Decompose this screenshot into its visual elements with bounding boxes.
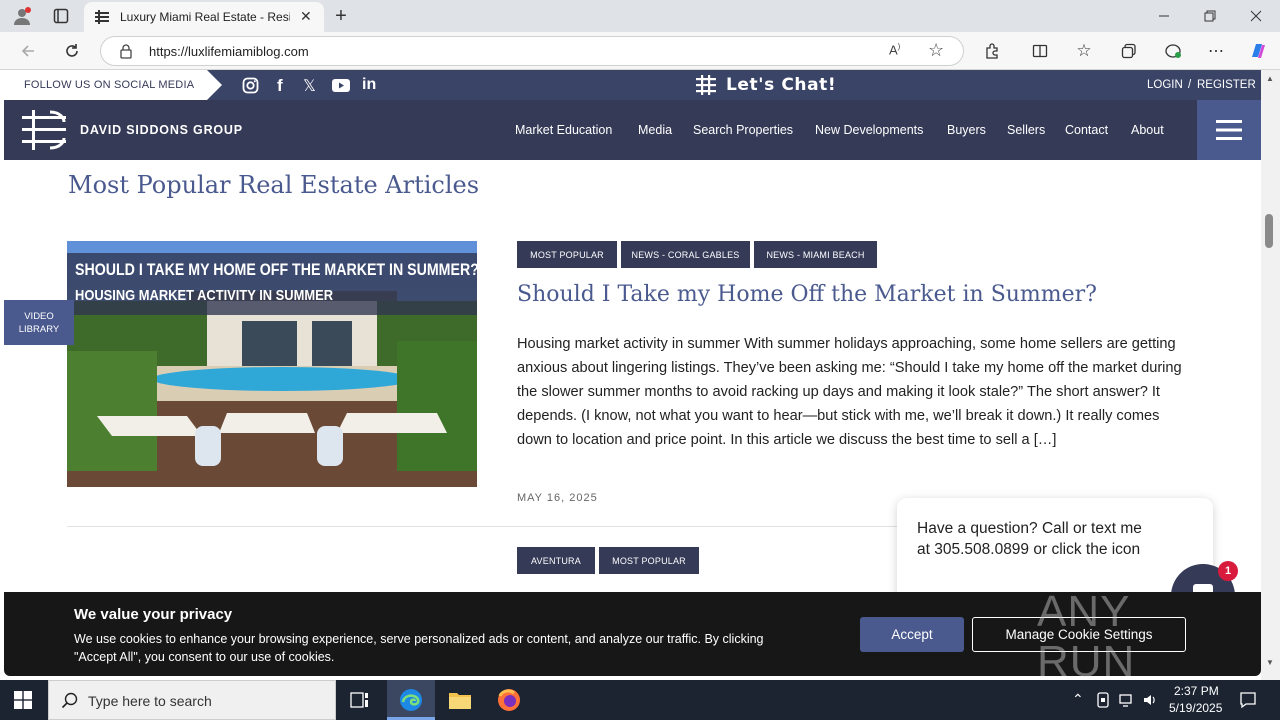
clock-date[interactable]: 5/19/2025 — [1169, 701, 1222, 715]
tab-close-icon[interactable]: ✕ — [300, 8, 312, 25]
volume-icon[interactable] — [1142, 692, 1158, 713]
hamburger-menu-button[interactable] — [1197, 100, 1261, 160]
notifications-icon[interactable] — [1239, 691, 1257, 714]
article-image[interactable]: SHOULD I TAKE MY HOME OFF THE MARKET IN … — [67, 241, 477, 487]
tag-most-popular-2[interactable]: MOST POPULAR — [599, 547, 699, 574]
lets-chat-label: Let's Chat! — [726, 75, 837, 95]
article-excerpt: Housing market activity in summer With s… — [517, 336, 1182, 448]
read-aloud-icon[interactable]: A) — [889, 42, 900, 57]
video-library-label: VIDEO LIBRARY — [18, 310, 60, 335]
file-explorer-icon[interactable] — [448, 689, 472, 716]
close-window-icon[interactable] — [1242, 4, 1270, 28]
nav-sellers[interactable]: Sellers — [1007, 123, 1045, 137]
accept-label: Accept — [891, 627, 933, 642]
tab-actions-icon[interactable] — [50, 5, 72, 27]
video-library-tab[interactable]: VIDEO LIBRARY — [4, 300, 74, 345]
system-tray-chevron-icon[interactable]: ⌃ — [1072, 691, 1084, 708]
favorite-star-icon[interactable]: ☆ — [928, 40, 944, 61]
anyrun-watermark: ANY RUN — [1037, 587, 1261, 680]
scroll-up-icon[interactable]: ▲ — [1266, 74, 1274, 83]
register-link[interactable]: REGISTER — [1197, 79, 1256, 91]
watermark-text: ANY RUN — [1037, 587, 1136, 680]
copilot-icon[interactable] — [1246, 39, 1270, 63]
url-text: https://luxlifemiamiblog.com — [149, 44, 309, 59]
site-favicon-icon — [94, 9, 110, 25]
refresh-icon[interactable] — [60, 39, 84, 63]
web-page: FOLLOW US ON SOCIAL MEDIA f 𝕏 in Let's C… — [4, 70, 1261, 680]
tab-title: Luxury Miami Real Estate - Resid — [120, 10, 290, 24]
nav-buyers[interactable]: Buyers — [947, 123, 986, 137]
tag-news-coral-gables[interactable]: NEWS - CORAL GABLES — [621, 241, 750, 268]
linkedin-icon[interactable]: in — [362, 76, 376, 94]
brand-logo[interactable]: DAVID SIDDONS GROUP — [20, 108, 243, 152]
lets-chat-link[interactable]: Let's Chat! — [694, 74, 836, 96]
nav-market-education[interactable]: Market Education — [515, 123, 612, 137]
lock-icon[interactable] — [119, 43, 133, 64]
task-view-icon[interactable] — [350, 691, 370, 714]
scroll-thumb[interactable] — [1265, 214, 1273, 248]
facebook-icon[interactable]: f — [277, 76, 283, 96]
login-separator: / — [1188, 79, 1192, 91]
follow-label: FOLLOW US ON SOCIAL MEDIA — [24, 79, 195, 91]
accept-cookies-button[interactable]: Accept — [860, 617, 964, 652]
restore-icon[interactable] — [1196, 4, 1224, 28]
back-icon[interactable] — [16, 39, 40, 63]
image-subheadline: HOUSING MARKET ACTIVITY IN SUMMER — [75, 287, 334, 304]
nav-search-properties[interactable]: Search Properties — [693, 123, 793, 137]
article-date: MAY 16, 2025 — [517, 492, 598, 504]
clock-time[interactable]: 2:37 PM — [1174, 684, 1219, 698]
edge-icon — [399, 688, 423, 717]
tag-news-miami-beach[interactable]: NEWS - MIAMI BEACH — [754, 241, 877, 268]
instagram-icon[interactable] — [242, 77, 259, 99]
section-title: Most Popular Real Estate Articles — [68, 171, 480, 199]
cookie-body: We use cookies to enhance your browsing … — [74, 632, 764, 664]
chat-unread-badge: 1 — [1218, 561, 1238, 581]
device-icon[interactable] — [1096, 692, 1110, 713]
split-screen-icon[interactable] — [1028, 39, 1052, 63]
profile-icon[interactable] — [10, 5, 34, 27]
nav-about[interactable]: About — [1131, 123, 1164, 137]
url-field[interactable]: https://luxlifemiamiblog.com A) ☆ — [100, 36, 964, 66]
image-headline: SHOULD I TAKE MY HOME OFF THE MARKET IN … — [75, 261, 477, 279]
search-placeholder: Type here to search — [88, 693, 212, 709]
nav-new-developments[interactable]: New Developments — [815, 123, 923, 137]
chat-popup-text: Have a question? Call or text me at 305.… — [917, 520, 1142, 558]
new-tab-icon[interactable]: + — [330, 4, 352, 28]
vertical-scrollbar[interactable]: ▲ ▼ — [1261, 70, 1280, 680]
cookie-title: We value your privacy — [74, 606, 233, 623]
minimize-icon[interactable] — [1150, 4, 1178, 28]
tag-aventura[interactable]: AVENTURA — [517, 547, 595, 574]
taskbar-search-box[interactable]: Type here to search — [48, 680, 336, 720]
article-title[interactable]: Should I Take my Home Off the Market in … — [517, 282, 1097, 307]
favorites-icon[interactable]: ☆ — [1072, 39, 1096, 63]
active-tab[interactable]: Luxury Miami Real Estate - Resid ✕ — [84, 2, 324, 32]
brand-logo-icon — [20, 108, 68, 152]
search-icon — [61, 692, 78, 714]
network-icon[interactable] — [1119, 692, 1135, 713]
more-menu-icon[interactable]: ⋯ — [1204, 39, 1228, 63]
chat-logo-icon — [694, 74, 720, 96]
chat-badge-count: 1 — [1224, 565, 1232, 577]
nav-contact[interactable]: Contact — [1065, 123, 1108, 137]
extensions-icon[interactable] — [980, 39, 1004, 63]
login-link[interactable]: LOGIN — [1147, 79, 1183, 91]
social-label-box: FOLLOW US ON SOCIAL MEDIA — [4, 70, 222, 100]
windows-start-icon[interactable] — [14, 691, 32, 714]
browser-essentials-icon[interactable] — [1161, 39, 1185, 63]
x-twitter-icon[interactable]: 𝕏 — [303, 76, 316, 96]
browser-tab-strip: Luxury Miami Real Estate - Resid ✕ + — [0, 0, 1280, 32]
youtube-icon[interactable] — [332, 79, 350, 97]
top-strip: FOLLOW US ON SOCIAL MEDIA f 𝕏 in Let's C… — [4, 70, 1261, 100]
windows-taskbar: Type here to search ⌃ 2:37 PM 5/19/2025 — [0, 680, 1280, 720]
address-bar-row: https://luxlifemiamiblog.com A) ☆ ☆ ⋯ — [0, 32, 1280, 70]
tag-most-popular[interactable]: MOST POPULAR — [517, 241, 617, 268]
hamburger-icon — [1216, 120, 1242, 145]
taskbar-edge-app[interactable] — [387, 680, 435, 720]
scroll-down-icon[interactable]: ▼ — [1266, 658, 1274, 667]
firefox-icon[interactable] — [497, 688, 521, 717]
collections-icon[interactable] — [1117, 39, 1141, 63]
brand-name: DAVID SIDDONS GROUP — [80, 123, 243, 137]
nav-media[interactable]: Media — [638, 123, 672, 137]
